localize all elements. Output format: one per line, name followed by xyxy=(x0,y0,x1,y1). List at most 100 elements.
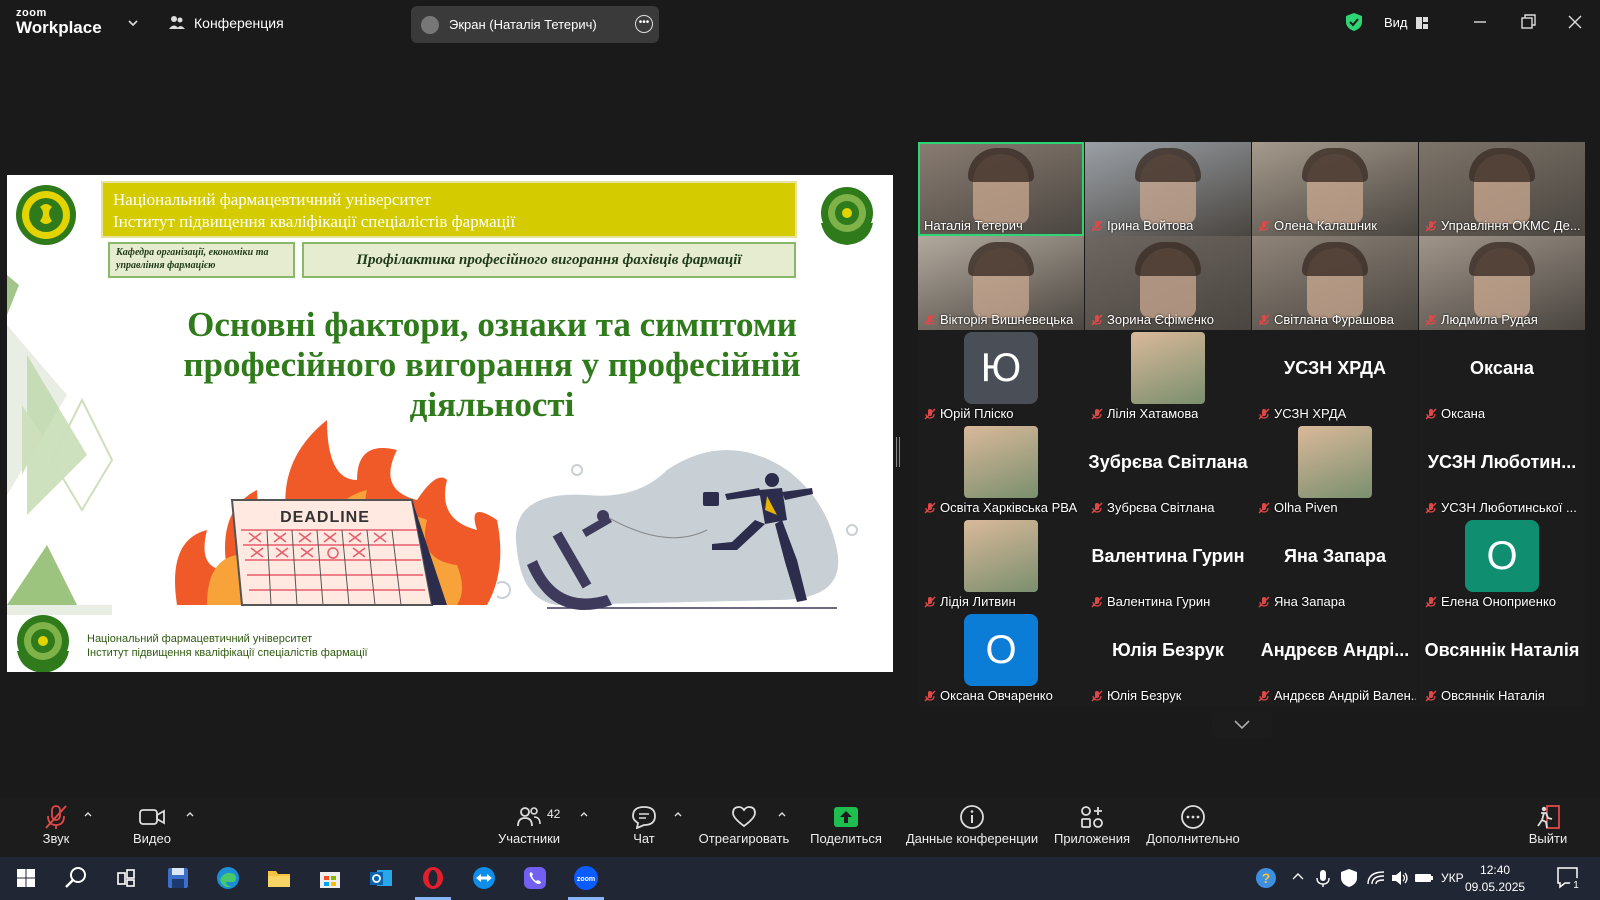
shield-icon[interactable] xyxy=(1345,12,1363,32)
save-disk-app-icon[interactable] xyxy=(164,864,192,892)
meeting-toolbar: Звук Видео Участники 42 Чат Отреагироват… xyxy=(0,797,1600,857)
security-shield-icon[interactable] xyxy=(1339,868,1359,888)
apps-icon xyxy=(1081,806,1103,828)
share-screen-icon xyxy=(834,807,858,827)
chevron-up-icon[interactable] xyxy=(1290,869,1306,885)
share-screen-button[interactable]: Поделиться xyxy=(808,803,884,846)
footer-line1: Національний фармацевтичний університет xyxy=(87,633,313,645)
participant-tile[interactable]: Яна Запара Яна Запара xyxy=(1252,518,1418,612)
participant-tile[interactable]: Юлія Безрук Юлія Безрук xyxy=(1085,612,1251,706)
participants-label: Участники xyxy=(497,831,561,846)
participant-tile[interactable]: Людмила Рудая xyxy=(1419,236,1585,330)
viber-icon[interactable] xyxy=(521,864,549,892)
file-explorer-icon[interactable] xyxy=(265,864,293,892)
meeting-info-button[interactable]: Данные конференции xyxy=(904,803,1040,846)
participant-name: Світлана Фурашова xyxy=(1258,312,1394,327)
participant-tile[interactable]: Лілія Хатамова xyxy=(1085,330,1251,424)
participant-tile[interactable]: Ю Юрій Пліско xyxy=(918,330,1084,424)
more-button[interactable]: Дополнительно xyxy=(1146,803,1240,846)
mic-muted-icon xyxy=(1425,502,1437,513)
participant-name: Вікторія Вишневецька xyxy=(924,312,1073,327)
zoom-taskbar-icon[interactable]: zoom xyxy=(572,864,600,892)
outlook-icon[interactable] xyxy=(367,864,395,892)
participant-name: Зубрєва Світлана xyxy=(1091,500,1215,515)
participant-tile[interactable]: Зорина Єфіменко xyxy=(1085,236,1251,330)
participant-name-text: УСЗН Люботинської ... xyxy=(1441,500,1577,515)
participant-tile[interactable]: Олена Калашник xyxy=(1252,142,1418,236)
help-icon[interactable]: ? xyxy=(1254,866,1278,890)
react-options-caret-icon[interactable] xyxy=(777,809,787,819)
participant-tile[interactable]: Olha Piven xyxy=(1252,424,1418,518)
conference-menu[interactable]: Конференция xyxy=(168,14,284,32)
opera-browser-icon[interactable] xyxy=(419,864,447,892)
participant-tile[interactable]: Валентина Гурин Валентина Гурин xyxy=(1085,518,1251,612)
wifi-icon[interactable] xyxy=(1366,868,1386,888)
search-icon[interactable] xyxy=(62,864,90,892)
video-options-caret-icon[interactable] xyxy=(185,809,195,819)
participant-name-text: Лідія Литвин xyxy=(940,594,1016,609)
participant-tile[interactable]: Управління ОКМС Де... xyxy=(1419,142,1585,236)
participant-tile[interactable]: Світлана Фурашова xyxy=(1252,236,1418,330)
chat-options-caret-icon[interactable] xyxy=(673,809,683,819)
apps-button[interactable]: Приложения xyxy=(1052,803,1132,846)
volume-icon[interactable] xyxy=(1390,868,1410,888)
participant-tile[interactable]: Андрєєв Андрі... Андрєєв Андрій Вален... xyxy=(1252,612,1418,706)
battery-icon[interactable] xyxy=(1414,869,1434,887)
more-icon[interactable]: ••• xyxy=(635,15,653,33)
mic-muted-icon xyxy=(1425,314,1437,325)
screen-share-indicator[interactable]: Экран (Наталія Тетерич) ••• xyxy=(411,6,659,43)
participant-tile[interactable]: Лідія Литвин xyxy=(918,518,1084,612)
restore-icon[interactable] xyxy=(1518,12,1538,32)
minimize-icon[interactable] xyxy=(1470,12,1490,32)
audio-button[interactable]: Звук xyxy=(38,803,74,846)
participant-video-hair xyxy=(1302,242,1368,276)
mic-muted-icon xyxy=(1258,408,1270,419)
gallery-next-page-button[interactable] xyxy=(1212,712,1272,738)
zoom-window: zoom Workplace Конференция Экран (Наталі… xyxy=(0,0,1600,900)
close-icon[interactable] xyxy=(1565,12,1585,32)
participant-name-text: Юлія Безрук xyxy=(1107,688,1182,703)
screen-share-label: Экран (Наталія Тетерич) xyxy=(449,17,597,32)
participant-tile[interactable]: Вікторія Вишневецька xyxy=(918,236,1084,330)
participant-tile[interactable]: Оксана Оксана xyxy=(1419,330,1585,424)
meeting-info-label: Данные конференции xyxy=(905,831,1039,846)
participant-tile[interactable]: Зубрєва Світлана Зубрєва Світлана xyxy=(1085,424,1251,518)
view-button[interactable]: Вид xyxy=(1384,15,1428,30)
institute-name: Інститут підвищення кваліфікації спеціал… xyxy=(113,212,516,231)
windows-start-icon[interactable] xyxy=(12,864,40,892)
mic-muted-icon xyxy=(1425,408,1437,419)
edge-browser-icon[interactable] xyxy=(214,864,242,892)
participant-tile[interactable]: Овсяннік Наталія Овсяннік Наталія xyxy=(1419,612,1585,706)
participant-tile[interactable]: Освіта Харківська РВА xyxy=(918,424,1084,518)
shared-screen: Національний фармацевтичний університет … xyxy=(7,175,893,672)
participant-tile[interactable]: Наталія Тетерич xyxy=(918,142,1084,236)
participant-tile[interactable]: УСЗН Люботин... УСЗН Люботинської ... xyxy=(1419,424,1585,518)
mic-muted-icon xyxy=(924,596,936,607)
participant-tile[interactable]: УСЗН ХРДА УСЗН ХРДА xyxy=(1252,330,1418,424)
participant-tile[interactable]: О Елена Оноприенко xyxy=(1419,518,1585,612)
participant-name-text: Освіта Харківська РВА xyxy=(940,500,1078,515)
chat-button[interactable]: Чат xyxy=(626,803,662,846)
mic-muted-icon xyxy=(924,408,936,419)
heading-line2: професійного вигорання у професійній xyxy=(183,345,801,384)
chevron-down-icon[interactable] xyxy=(126,16,140,30)
microphone-icon[interactable] xyxy=(1314,868,1332,888)
participant-tile[interactable]: О Оксана Овчаренко xyxy=(918,612,1084,706)
teamviewer-icon[interactable] xyxy=(470,864,498,892)
store-icon[interactable] xyxy=(316,864,344,892)
system-clock[interactable]: 12:40 09.05.2025 xyxy=(1465,862,1525,896)
notifications-icon[interactable]: 1 xyxy=(1555,865,1583,891)
audio-options-caret-icon[interactable] xyxy=(83,809,93,819)
participant-tile[interactable]: Ірина Войтова xyxy=(1085,142,1251,236)
video-button[interactable]: Видео xyxy=(128,803,176,846)
participant-name: Ірина Войтова xyxy=(1091,218,1193,233)
split-resize-handle[interactable] xyxy=(896,437,900,467)
mic-muted-icon xyxy=(1091,220,1103,231)
leave-meeting-button[interactable]: Выйти xyxy=(1526,803,1570,846)
mic-muted-icon xyxy=(924,502,936,513)
keyboard-language[interactable]: УКР xyxy=(1441,871,1464,885)
participants-options-caret-icon[interactable] xyxy=(579,809,589,819)
participant-name-text: УСЗН ХРДА xyxy=(1274,406,1347,421)
leave-label: Выйти xyxy=(1528,831,1568,846)
task-view-icon[interactable] xyxy=(112,864,140,892)
